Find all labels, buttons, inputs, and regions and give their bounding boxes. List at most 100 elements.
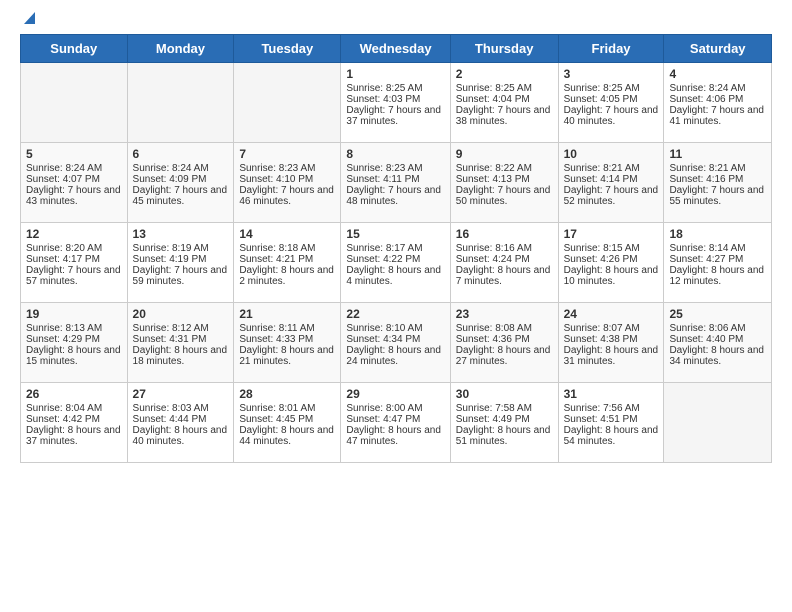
daylight-text: Daylight: 8 hours and 18 minutes. [133,345,228,367]
sunrise-text: Sunrise: 8:15 AM [564,243,640,254]
calendar-cell: 6 Sunrise: 8:24 AM Sunset: 4:09 PM Dayli… [127,143,234,223]
sunset-text: Sunset: 4:27 PM [669,254,743,265]
sunset-text: Sunset: 4:06 PM [669,94,743,105]
day-number: 4 [669,67,766,81]
daylight-text: Daylight: 8 hours and 51 minutes. [456,425,551,447]
daylight-text: Daylight: 8 hours and 34 minutes. [669,345,764,367]
calendar-cell: 26 Sunrise: 8:04 AM Sunset: 4:42 PM Dayl… [21,383,128,463]
sunset-text: Sunset: 4:47 PM [346,414,420,425]
calendar-cell: 30 Sunrise: 7:58 AM Sunset: 4:49 PM Dayl… [450,383,558,463]
weekday-header-tuesday: Tuesday [234,35,341,63]
daylight-text: Daylight: 8 hours and 31 minutes. [564,345,659,367]
logo [20,16,35,26]
calendar-cell: 7 Sunrise: 8:23 AM Sunset: 4:10 PM Dayli… [234,143,341,223]
calendar-cell: 25 Sunrise: 8:06 AM Sunset: 4:40 PM Dayl… [664,303,772,383]
sunrise-text: Sunrise: 8:23 AM [239,163,315,174]
sunrise-text: Sunrise: 8:03 AM [133,403,209,414]
daylight-text: Daylight: 7 hours and 50 minutes. [456,185,551,207]
weekday-header-monday: Monday [127,35,234,63]
weekday-header-sunday: Sunday [21,35,128,63]
sunset-text: Sunset: 4:24 PM [456,254,530,265]
sunset-text: Sunset: 4:44 PM [133,414,207,425]
calendar-cell: 29 Sunrise: 8:00 AM Sunset: 4:47 PM Dayl… [341,383,450,463]
daylight-text: Daylight: 7 hours and 57 minutes. [26,265,121,287]
day-number: 2 [456,67,553,81]
day-number: 20 [133,307,229,321]
day-number: 27 [133,387,229,401]
sunset-text: Sunset: 4:38 PM [564,334,638,345]
daylight-text: Daylight: 7 hours and 40 minutes. [564,105,659,127]
sunset-text: Sunset: 4:33 PM [239,334,313,345]
calendar-cell: 5 Sunrise: 8:24 AM Sunset: 4:07 PM Dayli… [21,143,128,223]
calendar-cell: 21 Sunrise: 8:11 AM Sunset: 4:33 PM Dayl… [234,303,341,383]
daylight-text: Daylight: 8 hours and 2 minutes. [239,265,334,287]
day-number: 28 [239,387,335,401]
sunset-text: Sunset: 4:21 PM [239,254,313,265]
weekday-header-row: SundayMondayTuesdayWednesdayThursdayFrid… [21,35,772,63]
daylight-text: Daylight: 8 hours and 37 minutes. [26,425,121,447]
daylight-text: Daylight: 8 hours and 47 minutes. [346,425,441,447]
daylight-text: Daylight: 7 hours and 59 minutes. [133,265,228,287]
day-number: 19 [26,307,122,321]
sunrise-text: Sunrise: 8:11 AM [239,323,314,334]
sunset-text: Sunset: 4:36 PM [456,334,530,345]
sunset-text: Sunset: 4:51 PM [564,414,638,425]
daylight-text: Daylight: 8 hours and 15 minutes. [26,345,121,367]
sunset-text: Sunset: 4:04 PM [456,94,530,105]
calendar-cell: 17 Sunrise: 8:15 AM Sunset: 4:26 PM Dayl… [558,223,664,303]
header [20,16,772,26]
sunset-text: Sunset: 4:03 PM [346,94,420,105]
calendar-cell [664,383,772,463]
daylight-text: Daylight: 8 hours and 4 minutes. [346,265,441,287]
day-number: 17 [564,227,659,241]
calendar-cell: 31 Sunrise: 7:56 AM Sunset: 4:51 PM Dayl… [558,383,664,463]
week-row-2: 5 Sunrise: 8:24 AM Sunset: 4:07 PM Dayli… [21,143,772,223]
daylight-text: Daylight: 7 hours and 46 minutes. [239,185,334,207]
sunrise-text: Sunrise: 8:25 AM [346,83,422,94]
calendar-cell: 16 Sunrise: 8:16 AM Sunset: 4:24 PM Dayl… [450,223,558,303]
sunrise-text: Sunrise: 8:20 AM [26,243,102,254]
sunset-text: Sunset: 4:19 PM [133,254,207,265]
calendar-cell: 3 Sunrise: 8:25 AM Sunset: 4:05 PM Dayli… [558,63,664,143]
sunrise-text: Sunrise: 8:12 AM [133,323,209,334]
sunrise-text: Sunrise: 7:56 AM [564,403,640,414]
sunset-text: Sunset: 4:16 PM [669,174,743,185]
sunrise-text: Sunrise: 8:24 AM [669,83,745,94]
daylight-text: Daylight: 7 hours and 48 minutes. [346,185,441,207]
calendar-cell: 1 Sunrise: 8:25 AM Sunset: 4:03 PM Dayli… [341,63,450,143]
day-number: 18 [669,227,766,241]
sunrise-text: Sunrise: 8:21 AM [669,163,745,174]
daylight-text: Daylight: 7 hours and 41 minutes. [669,105,764,127]
day-number: 31 [564,387,659,401]
calendar-cell: 28 Sunrise: 8:01 AM Sunset: 4:45 PM Dayl… [234,383,341,463]
calendar-cell [127,63,234,143]
day-number: 23 [456,307,553,321]
calendar-cell: 24 Sunrise: 8:07 AM Sunset: 4:38 PM Dayl… [558,303,664,383]
calendar-cell: 4 Sunrise: 8:24 AM Sunset: 4:06 PM Dayli… [664,63,772,143]
day-number: 3 [564,67,659,81]
sunrise-text: Sunrise: 8:06 AM [669,323,745,334]
calendar-cell: 13 Sunrise: 8:19 AM Sunset: 4:19 PM Dayl… [127,223,234,303]
sunrise-text: Sunrise: 8:19 AM [133,243,209,254]
day-number: 24 [564,307,659,321]
sunrise-text: Sunrise: 8:07 AM [564,323,640,334]
day-number: 26 [26,387,122,401]
sunset-text: Sunset: 4:22 PM [346,254,420,265]
sunset-text: Sunset: 4:31 PM [133,334,207,345]
sunrise-text: Sunrise: 8:24 AM [133,163,209,174]
sunset-text: Sunset: 4:29 PM [26,334,100,345]
day-number: 29 [346,387,444,401]
calendar-cell: 19 Sunrise: 8:13 AM Sunset: 4:29 PM Dayl… [21,303,128,383]
sunrise-text: Sunrise: 8:18 AM [239,243,315,254]
calendar-cell: 2 Sunrise: 8:25 AM Sunset: 4:04 PM Dayli… [450,63,558,143]
day-number: 14 [239,227,335,241]
daylight-text: Daylight: 7 hours and 45 minutes. [133,185,228,207]
calendar-cell: 27 Sunrise: 8:03 AM Sunset: 4:44 PM Dayl… [127,383,234,463]
sunrise-text: Sunrise: 8:13 AM [26,323,102,334]
day-number: 21 [239,307,335,321]
sunrise-text: Sunrise: 8:17 AM [346,243,422,254]
calendar-cell: 15 Sunrise: 8:17 AM Sunset: 4:22 PM Dayl… [341,223,450,303]
day-number: 22 [346,307,444,321]
sunrise-text: Sunrise: 8:04 AM [26,403,102,414]
daylight-text: Daylight: 7 hours and 55 minutes. [669,185,764,207]
